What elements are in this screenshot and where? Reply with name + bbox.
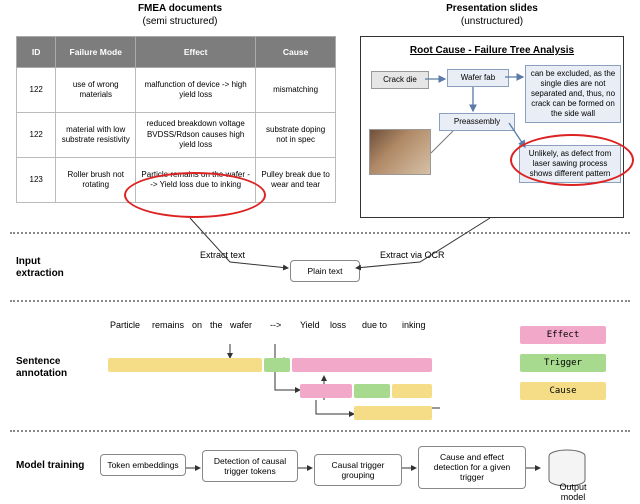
stage3-label: Model training bbox=[16, 460, 86, 472]
sample-image bbox=[369, 129, 431, 175]
tok9: inking bbox=[402, 320, 426, 330]
stage1-label: Input extraction bbox=[16, 256, 86, 280]
fmea-table: ID Failure Mode Effect Cause 122 use of … bbox=[16, 36, 336, 203]
tok0: Particle bbox=[110, 320, 140, 330]
box-note1: can be excluded, as the single dies are … bbox=[525, 65, 621, 123]
fmea-title: FMEA documents bbox=[138, 3, 222, 14]
bar-trigger-2 bbox=[354, 384, 390, 398]
bar-effect-1 bbox=[292, 358, 432, 372]
legend-cause: Cause bbox=[520, 382, 606, 400]
box-note2: Unlikely, as defect from laser sawing pr… bbox=[519, 145, 621, 183]
tok8: due to bbox=[362, 320, 387, 330]
th-cause: Cause bbox=[256, 37, 336, 68]
th-fm: Failure Mode bbox=[56, 37, 136, 68]
legend-effect: Effect bbox=[520, 326, 606, 344]
box-wafer: Wafer fab bbox=[447, 69, 509, 87]
sep-2 bbox=[10, 300, 630, 302]
step-grouping: Causal trigger grouping bbox=[314, 454, 402, 486]
bar-cause-3 bbox=[354, 406, 432, 420]
legend-trigger: Trigger bbox=[520, 354, 606, 372]
sep-1 bbox=[10, 232, 630, 234]
plain-text-box: Plain text bbox=[290, 260, 360, 282]
tok2: on bbox=[192, 320, 202, 330]
slides-header: Presentation slides (unstructured) bbox=[352, 2, 632, 28]
presentation-slide: Root Cause - Failure Tree Analysis Crack… bbox=[360, 36, 624, 218]
slide-title: Root Cause - Failure Tree Analysis bbox=[361, 45, 623, 56]
tok7: loss bbox=[330, 320, 346, 330]
th-id: ID bbox=[17, 37, 56, 68]
table-row: 123 Roller brush not rotating Particle r… bbox=[17, 158, 336, 203]
bar-trigger-1 bbox=[264, 358, 290, 372]
extract-text-label: Extract text bbox=[200, 250, 245, 260]
bar-effect-2 bbox=[300, 384, 352, 398]
step-cause-effect: Cause and effect detection for a given t… bbox=[418, 446, 526, 489]
fmea-sub: (semi structured) bbox=[142, 16, 217, 27]
tok1: remains bbox=[152, 320, 184, 330]
stage2-label: Sentence annotation bbox=[16, 356, 86, 380]
tok6: Yield bbox=[300, 320, 320, 330]
slides-sub: (unstructured) bbox=[461, 16, 523, 27]
sep-3 bbox=[10, 430, 630, 432]
extract-ocr-label: Extract via OCR bbox=[380, 250, 445, 260]
tok3: the bbox=[210, 320, 223, 330]
fmea-header: FMEA documents (semi structured) bbox=[40, 2, 320, 28]
slides-title: Presentation slides bbox=[446, 3, 538, 14]
box-crack: Crack die bbox=[371, 71, 429, 89]
step-embed: Token embeddings bbox=[100, 454, 186, 476]
th-effect: Effect bbox=[136, 37, 256, 68]
tok4: wafer bbox=[230, 320, 252, 330]
step-detect-tokens: Detection of causal trigger tokens bbox=[202, 450, 298, 482]
table-row: 122 material with low substrate resistiv… bbox=[17, 113, 336, 158]
table-row: 122 use of wrong materials malfunction o… bbox=[17, 68, 336, 113]
output-model-label: Output model bbox=[548, 482, 598, 502]
box-pre: Preassembly bbox=[439, 113, 515, 131]
bar-cause-1 bbox=[108, 358, 262, 372]
tok5: --> bbox=[270, 320, 281, 330]
bar-cause-2 bbox=[392, 384, 432, 398]
